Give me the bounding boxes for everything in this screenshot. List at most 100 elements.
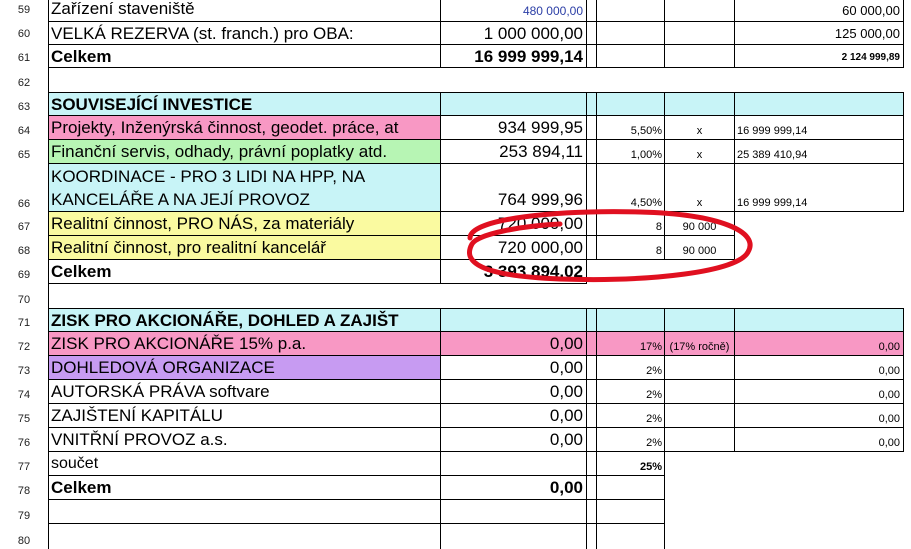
cell-col6[interactable]: 0,00 [735,380,904,404]
cell-value[interactable]: 480 000,00 [441,0,587,22]
cell-empty[interactable] [665,22,735,45]
cell-value[interactable]: 720 000,00 [441,236,587,260]
cell-empty[interactable] [587,116,597,140]
cell-label[interactable]: Zařízení staveniště [48,0,441,22]
cell-empty[interactable] [587,308,597,332]
cell-label[interactable]: součet [48,452,441,476]
section-header-cell[interactable]: ZISK PRO AKCIONÁŘE, DOHLED A ZAJIŠT [48,308,441,332]
cell-empty[interactable] [665,356,735,380]
row-number[interactable]: 80 [0,535,48,547]
cell-label[interactable]: Celkem [48,45,441,68]
cell-percent[interactable]: 8 [597,212,665,236]
cell-col6[interactable]: 0,00 [735,404,904,428]
cell-label[interactable]: KOORDINACE - PRO 3 LIDI NA HPP, NA KANCE… [48,164,441,212]
cell-empty[interactable] [587,140,597,164]
cell-empty[interactable] [587,404,597,428]
cell-value[interactable]: 0,00 [441,476,587,500]
cell-label[interactable]: Realitní činnost, PRO NÁS, za materiály [48,212,441,236]
cell-label[interactable]: ZISK PRO AKCIONÁŘE 15% p.a. [48,332,441,356]
cell-percent[interactable]: 2% [597,380,665,404]
cell-percent[interactable]: 2% [597,356,665,380]
cell-empty[interactable] [441,500,587,524]
cell-value[interactable]: 16 999 999,14 [441,45,587,68]
cell-empty[interactable] [48,500,441,524]
cell-value[interactable]: 253 894,11 [441,140,587,164]
cell-empty[interactable] [665,380,735,404]
cell-value[interactable]: 0,00 [441,332,587,356]
section-header-cell[interactable]: SOUVISEJÍCÍ INVESTICE [48,92,441,116]
cell-value[interactable]: 0,00 [441,404,587,428]
cell-col6[interactable]: 16 999 999,14 [735,164,904,212]
cell-empty[interactable] [587,45,597,68]
cell-empty[interactable] [587,476,597,500]
cell-value[interactable]: 0,00 [441,380,587,404]
cell-empty[interactable] [587,92,597,116]
row-number[interactable]: 63 [0,101,48,113]
cell-empty[interactable] [587,236,597,260]
cell-note[interactable]: (17% ročně) [665,332,735,356]
cell-label[interactable]: Projekty, Inženýrská činnost, geodet. pr… [48,116,441,140]
cell-col6[interactable]: 16 999 999,14 [735,116,904,140]
row-number[interactable]: 60 [0,28,48,40]
cell-empty[interactable] [587,22,597,45]
cell-empty[interactable] [587,452,597,476]
row-number[interactable]: 59 [0,4,48,16]
cell-x[interactable]: 90 000 [665,212,735,236]
cell-label[interactable]: ZAJIŠTENÍ KAPITÁLU [48,404,441,428]
cell-empty[interactable] [597,0,665,22]
cell-empty[interactable] [665,45,735,68]
cell-percent[interactable]: 2% [597,428,665,452]
cell-empty[interactable] [597,524,665,549]
cell-empty[interactable] [587,380,597,404]
cell-empty[interactable] [597,45,665,68]
cell-empty[interactable] [587,428,597,452]
cell-col6[interactable]: 0,00 [735,428,904,452]
cell-value[interactable]: 3 393 894,02 [441,260,587,284]
cell-empty[interactable] [587,0,597,22]
cell-value[interactable]: 1 000 000,00 [441,22,587,45]
cell-label[interactable]: VNITŘNÍ PROVOZ a.s. [48,428,441,452]
row-number[interactable]: 72 [0,341,48,353]
row-number[interactable]: 67 [0,221,48,233]
cell-empty[interactable] [597,308,665,332]
cell-empty[interactable] [665,428,735,452]
row-number[interactable]: 79 [0,510,48,522]
cell-label[interactable]: VELKÁ REZERVA (st. franch.) pro OBA: [48,22,441,45]
cell-col6[interactable]: 60 000,00 [735,0,904,22]
cell-empty[interactable] [441,308,587,332]
row-number[interactable]: 70 [0,294,48,306]
cell-label[interactable]: AUTORSKÁ PRÁVA softvare [48,380,441,404]
cell-empty[interactable] [735,92,904,116]
cell-empty[interactable] [587,524,597,549]
cell-label[interactable]: DOHLEDOVÁ ORGANIZACE [48,356,441,380]
cell-x[interactable]: x [665,116,735,140]
cell-empty[interactable] [587,332,597,356]
cell-empty[interactable] [441,452,587,476]
cell-col6[interactable]: 0,00 [735,332,904,356]
cell-empty[interactable] [735,236,904,260]
cell-percent[interactable]: 17% [597,332,665,356]
row-number[interactable]: 73 [0,365,48,377]
row-number[interactable]: 64 [0,125,48,137]
cell-value[interactable]: 0,00 [441,356,587,380]
cell-col6[interactable]: 25 389 410,94 [735,140,904,164]
row-number[interactable]: 74 [0,389,48,401]
cell-col6[interactable]: 0,00 [735,356,904,380]
cell-percent[interactable]: 5,50% [597,116,665,140]
cell-label[interactable]: Celkem [48,476,441,500]
row-number[interactable]: 77 [0,461,48,473]
cell-value[interactable]: 720 000,00 [441,212,587,236]
cell-empty[interactable] [441,524,587,549]
cell-empty[interactable] [597,92,665,116]
row-number[interactable]: 65 [0,149,48,161]
cell-label[interactable]: Celkem [48,260,441,284]
cell-empty[interactable] [665,92,735,116]
cell-x[interactable]: x [665,140,735,164]
cell-percent[interactable]: 4,50% [597,164,665,212]
cell-empty[interactable] [735,308,904,332]
cell-empty[interactable] [441,92,587,116]
cell-empty[interactable] [597,22,665,45]
cell-empty[interactable] [665,404,735,428]
cell-empty[interactable] [587,356,597,380]
cell-empty[interactable] [48,524,441,549]
